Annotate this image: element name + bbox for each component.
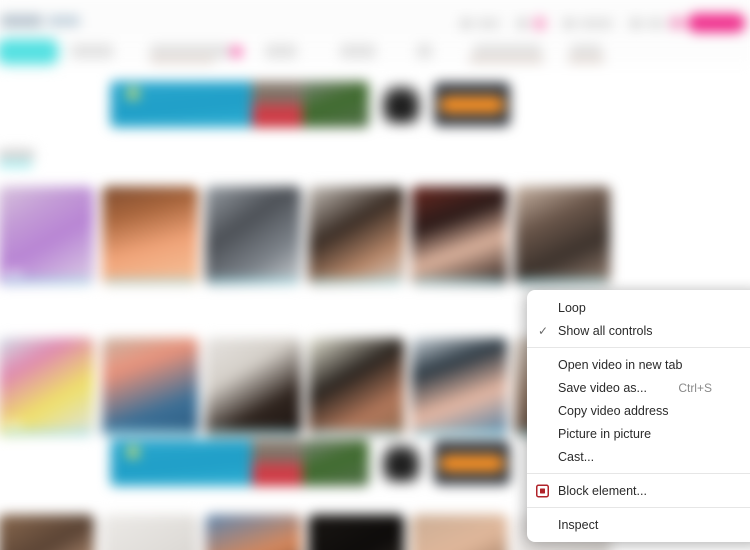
generic-icon: [562, 16, 575, 30]
ad-image-secondary: [251, 439, 303, 487]
header-nav-label: [579, 17, 614, 29]
header-nav-item-1[interactable]: [459, 16, 501, 30]
ad-cta-button[interactable]: [433, 82, 511, 127]
menu-item-label: Show all controls: [558, 323, 653, 338]
menu-separator: [527, 347, 750, 348]
menu-item-label: Picture in picture: [558, 426, 652, 441]
ad-banner-bottom[interactable]: [110, 439, 511, 487]
progress-bar: [414, 430, 505, 435]
menu-item-show-all-controls[interactable]: ✓ Show all controls: [527, 319, 750, 342]
ad-cta-pill-icon: [440, 96, 504, 112]
progress-bar: [208, 430, 299, 435]
menu-item-label: Block element...: [558, 483, 647, 498]
video-thumbnail[interactable]: [205, 186, 302, 286]
section-heading: [0, 148, 35, 160]
ad-thumbnail-dark: [381, 442, 422, 484]
header-nav-item-3[interactable]: [562, 16, 614, 30]
header-nav-item-2[interactable]: [516, 15, 547, 31]
menu-item-label: Open video in new tab: [558, 357, 683, 372]
logo-wordmark: [47, 15, 81, 27]
menu-item-save-video-as[interactable]: Save video as... Ctrl+S: [527, 376, 750, 399]
menu-item-label: Save video as...: [558, 380, 647, 395]
ad-image-tertiary: [302, 81, 369, 128]
ad-banner-top[interactable]: [110, 80, 511, 128]
video-thumbnail[interactable]: [0, 186, 95, 286]
ad-thumbnail-dark: [381, 84, 422, 125]
check-icon: ✓: [537, 323, 549, 338]
section-heading-underline: [0, 161, 33, 167]
menu-item-label: Cast...: [558, 449, 595, 464]
progress-bar: [311, 279, 402, 284]
video-thumbnail[interactable]: [205, 514, 302, 550]
menu-item-open-video-in-new-tab[interactable]: Open video in new tab: [527, 353, 750, 376]
video-thumbnail[interactable]: [308, 337, 405, 437]
progress-bar: [311, 430, 402, 435]
video-thumbnail[interactable]: [102, 186, 199, 286]
site-logo[interactable]: [0, 14, 81, 28]
video-thumbnail[interactable]: [205, 337, 302, 437]
subnav-item[interactable]: [468, 54, 544, 64]
menu-item-label: Copy video address: [558, 403, 669, 418]
ad-image-primary: [110, 439, 252, 487]
header-nav: [459, 13, 746, 33]
video-thumbnail[interactable]: [0, 514, 95, 550]
duration-badge: [2, 421, 23, 429]
subnav-item[interactable]: [149, 54, 215, 64]
header-nav-label: [645, 17, 666, 29]
notification-badge: [669, 16, 684, 30]
notification-badge: [532, 15, 547, 31]
video-thumbnail[interactable]: [411, 514, 508, 550]
ad-image-tertiary: [302, 439, 369, 487]
generic-icon: [459, 16, 472, 30]
screenshot-root: Loop ✓ Show all controls Open video in n…: [0, 0, 750, 550]
progress-bar: [1, 279, 92, 284]
subnav-item[interactable]: [567, 54, 605, 64]
progress-bar: [208, 279, 299, 284]
progress-bar: [1, 430, 92, 435]
ad-image-secondary: [251, 81, 303, 128]
menu-item-loop[interactable]: Loop: [527, 296, 750, 319]
progress-bar: [105, 279, 196, 284]
category-subnav: [0, 53, 750, 67]
menu-item-label: Loop: [558, 300, 586, 315]
context-menu[interactable]: Loop ✓ Show all controls Open video in n…: [527, 290, 750, 542]
video-thumbnail[interactable]: [411, 186, 508, 286]
header-cta-button[interactable]: [687, 13, 746, 33]
menu-item-inspect[interactable]: Inspect: [527, 513, 750, 536]
video-thumbnail[interactable]: [308, 514, 405, 550]
menu-item-picture-in-picture[interactable]: Picture in picture: [527, 422, 750, 445]
header-nav-label: [476, 17, 501, 29]
menu-item-label: Inspect: [558, 517, 599, 532]
ad-image-primary: [110, 81, 252, 128]
video-thumbnail[interactable]: [308, 186, 405, 286]
header-nav-item-4[interactable]: [629, 13, 746, 33]
menu-separator: [527, 507, 750, 508]
video-thumbnail[interactable]: [0, 337, 95, 437]
ad-cta-button[interactable]: [433, 440, 511, 486]
video-thumbnail[interactable]: [514, 186, 611, 286]
video-thumbnail[interactable]: [411, 337, 508, 437]
video-thumbnail[interactable]: [102, 337, 199, 437]
generic-icon: [629, 16, 642, 30]
progress-bar: [414, 279, 505, 284]
menu-item-cast[interactable]: Cast...: [527, 445, 750, 468]
menu-item-block-element[interactable]: Block element...: [527, 479, 750, 502]
site-header: [0, 0, 750, 38]
logo-mark-icon: [0, 14, 43, 28]
menu-item-shortcut: Ctrl+S: [678, 380, 712, 395]
menu-item-copy-video-address[interactable]: Copy video address: [527, 399, 750, 422]
progress-bar: [105, 430, 196, 435]
generic-icon: [516, 16, 529, 30]
duration-badge: [2, 269, 23, 278]
video-thumbnail[interactable]: [102, 514, 199, 550]
ublock-origin-icon: [536, 484, 549, 497]
menu-separator: [527, 473, 750, 474]
ad-cta-pill-icon: [440, 455, 504, 471]
progress-bar: [517, 279, 608, 284]
